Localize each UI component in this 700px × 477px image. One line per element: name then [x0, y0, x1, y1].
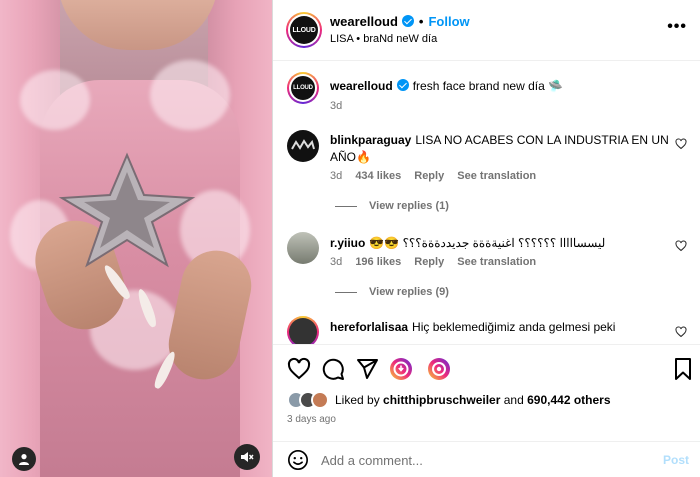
caption-body: wearelloud fresh face brand new día 🛸: [330, 78, 670, 95]
reply-button[interactable]: Reply: [414, 256, 444, 268]
commenter-avatar[interactable]: [287, 316, 319, 344]
comment-body: blinkparaguay LISA NO ACABES CON LA INDUS…: [330, 132, 670, 166]
caption-text: fresh face brand new día 🛸: [412, 79, 564, 93]
media-face: [58, 0, 218, 50]
commenter-avatar[interactable]: [287, 130, 319, 162]
comment-body: r.yiiuo 😎😎 ليسسااااا ؟؟؟؟؟؟ اغنيةةةة جديد…: [330, 235, 670, 252]
like-comment-heart-icon[interactable]: [675, 240, 687, 252]
user-icon: [19, 454, 29, 465]
save-bookmark-icon[interactable]: [671, 357, 695, 381]
see-translation-button[interactable]: See translation: [457, 170, 536, 182]
like-comment-heart-icon[interactable]: [675, 326, 687, 338]
remix-icon[interactable]: [427, 357, 451, 381]
follow-button[interactable]: Follow: [428, 14, 469, 29]
commenter-avatar[interactable]: [287, 232, 319, 264]
author-avatar[interactable]: LLOUD: [286, 12, 322, 48]
verified-badge-icon: [396, 79, 409, 91]
audio-subtitle[interactable]: LISA • braNd neW día: [330, 33, 437, 45]
liker-avatar[interactable]: [311, 391, 329, 409]
comment-text: Hiç beklemediğimiz anda gelmesi peki: [412, 320, 616, 334]
reply-button[interactable]: Reply: [414, 170, 444, 182]
comment-time[interactable]: 3d: [330, 256, 342, 268]
blink-logo-icon: [291, 139, 315, 150]
caption-avatar[interactable]: LLOUD: [287, 72, 319, 104]
comment-time[interactable]: 3d: [330, 170, 342, 182]
view-replies-button[interactable]: View replies (9): [335, 286, 449, 298]
author-line: wearelloud • Follow: [330, 14, 470, 29]
speaker-muted-icon: [241, 452, 254, 462]
share-send-icon[interactable]: [355, 357, 379, 381]
post-sidebar: LLOUD wearelloud • Follow LISA • braNd neW…: [272, 0, 700, 477]
comment-item: r.yiiuo 😎😎 ليسسااااا ؟؟؟؟؟؟ اغنيةةةة جديد…: [287, 232, 687, 312]
likes-summary: Liked by chitthipbruschweiler and 690,44…: [287, 391, 611, 409]
like-heart-icon[interactable]: [287, 357, 311, 381]
comment-body: hereforlalisaa Hiç beklemediğimiz anda ge…: [330, 319, 670, 336]
comment-input[interactable]: [321, 451, 651, 469]
liked-by-and: and: [503, 393, 524, 407]
tagged-users-button[interactable]: [12, 447, 36, 471]
add-comment-bar: Post: [273, 441, 700, 477]
comment-likes[interactable]: 196 likes: [355, 256, 401, 268]
likes-text: Liked by chitthipbruschweiler and 690,44…: [335, 393, 611, 407]
comment-text: 😎😎 ليسسااااا ؟؟؟؟؟؟ اغنيةةةة جديددةةة؟؟؟: [369, 236, 606, 250]
media-sparkle: [150, 60, 230, 130]
liked-by-prefix: Liked by: [335, 393, 380, 407]
comment-username[interactable]: hereforlalisaa: [330, 320, 408, 334]
liked-by-user[interactable]: chitthipbruschweiler: [383, 393, 500, 407]
view-replies-label: View replies (9): [369, 286, 449, 298]
author-username[interactable]: wearelloud: [330, 14, 398, 29]
separator-dot: •: [418, 14, 424, 29]
post-header: LLOUD wearelloud • Follow LISA • braNd neW…: [273, 0, 700, 61]
comment-item: hereforlalisaa Hiç beklemediğimiz anda ge…: [287, 316, 687, 344]
more-options-icon[interactable]: •••: [667, 19, 687, 35]
gift-reel-icon[interactable]: [389, 357, 413, 381]
comment-meta: 3d 434 likes Reply See translation: [330, 170, 546, 182]
comment-bubble-icon[interactable]: [321, 357, 345, 381]
caption: LLOUD wearelloud fresh face brand new día…: [287, 72, 687, 122]
view-replies-button[interactable]: View replies (1): [335, 200, 449, 212]
media-star-ornament: [58, 152, 196, 268]
comment-likes[interactable]: 434 likes: [355, 170, 401, 182]
replies-line: [335, 291, 357, 293]
comment-username[interactable]: blinkparaguay: [330, 133, 411, 147]
comment-item: blinkparaguay LISA NO ACABES CON LA INDUS…: [287, 130, 687, 220]
post-comment-button[interactable]: Post: [663, 453, 689, 467]
lloud-logo: LLOUD: [291, 76, 315, 100]
post-date[interactable]: 3 days ago: [287, 414, 336, 425]
view-replies-label: View replies (1): [369, 200, 449, 212]
like-comment-heart-icon[interactable]: [675, 138, 687, 150]
caption-username[interactable]: wearelloud: [330, 79, 393, 93]
replies-line: [335, 205, 357, 207]
see-translation-button[interactable]: See translation: [457, 256, 536, 268]
liked-by-others[interactable]: 690,442 others: [527, 393, 610, 407]
media-sparkle: [20, 70, 90, 130]
comments-list[interactable]: LLOUD wearelloud fresh face brand new día…: [273, 62, 700, 344]
lloud-logo: LLOUD: [290, 16, 318, 44]
mute-toggle-button[interactable]: [234, 444, 260, 470]
comment-username[interactable]: r.yiiuo: [330, 236, 365, 250]
caption-meta: 3d: [330, 100, 352, 112]
caption-time[interactable]: 3d: [330, 100, 342, 112]
verified-badge-icon: [401, 15, 414, 27]
emoji-smiley-icon[interactable]: [287, 449, 309, 471]
post-actions: Liked by chitthipbruschweiler and 690,44…: [273, 344, 700, 441]
post-media[interactable]: [0, 0, 272, 477]
comment-meta: 3d 196 likes Reply See translation: [330, 256, 546, 268]
